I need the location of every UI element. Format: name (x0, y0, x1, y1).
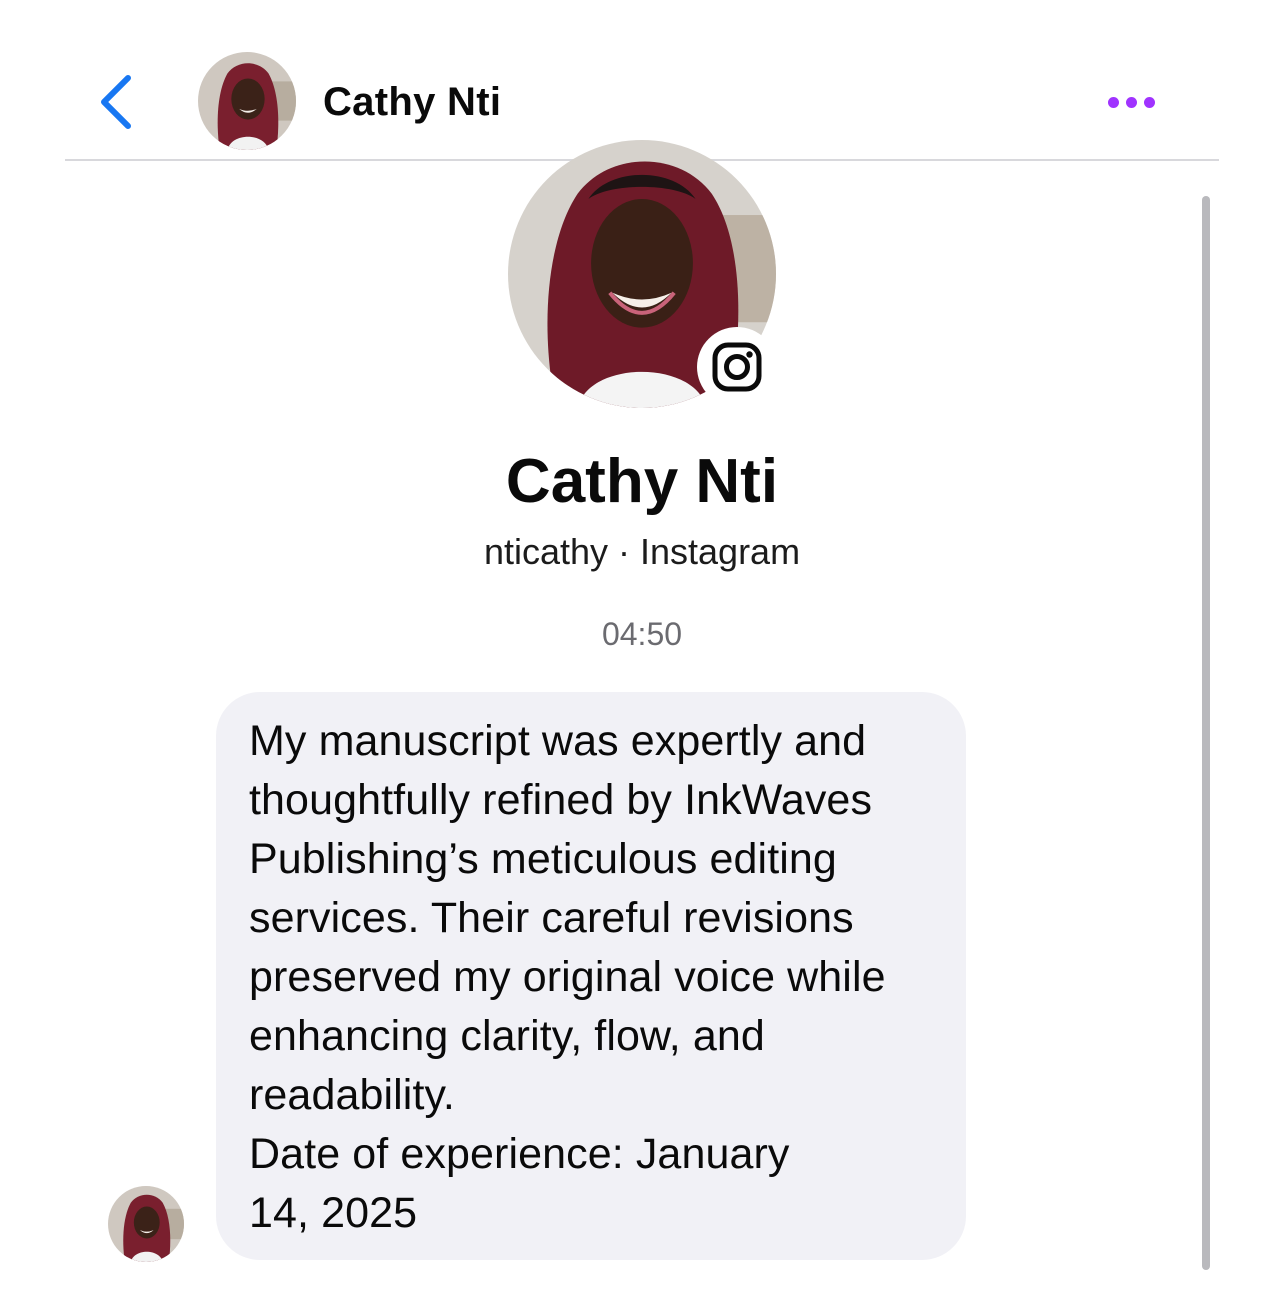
profile-name: Cathy Nti (505, 447, 779, 516)
header-avatar[interactable] (198, 52, 296, 150)
more-options-button[interactable] (1096, 84, 1166, 120)
sender-avatar[interactable] (108, 1186, 184, 1262)
more-horizontal-icon (1107, 96, 1119, 108)
profile-subtitle: nticathy · Instagram (483, 531, 801, 572)
message-text: My manuscript was expertly and thoughtfu… (249, 717, 886, 1237)
instagram-icon (712, 342, 762, 392)
chat-screen: Cathy Nti Cathy Nti nticathy · Instagram (0, 0, 1284, 1301)
message-bubble[interactable]: My manuscript was expertly and thoughtfu… (216, 692, 966, 1260)
back-button[interactable] (88, 70, 144, 134)
instagram-badge (697, 327, 777, 407)
message-timestamp: 04:50 (601, 616, 683, 652)
scrollbar[interactable] (1202, 196, 1210, 1270)
header-title[interactable]: Cathy Nti (323, 76, 501, 128)
chevron-left-icon (101, 75, 131, 129)
chat-header: Cathy Nti (0, 0, 1284, 161)
